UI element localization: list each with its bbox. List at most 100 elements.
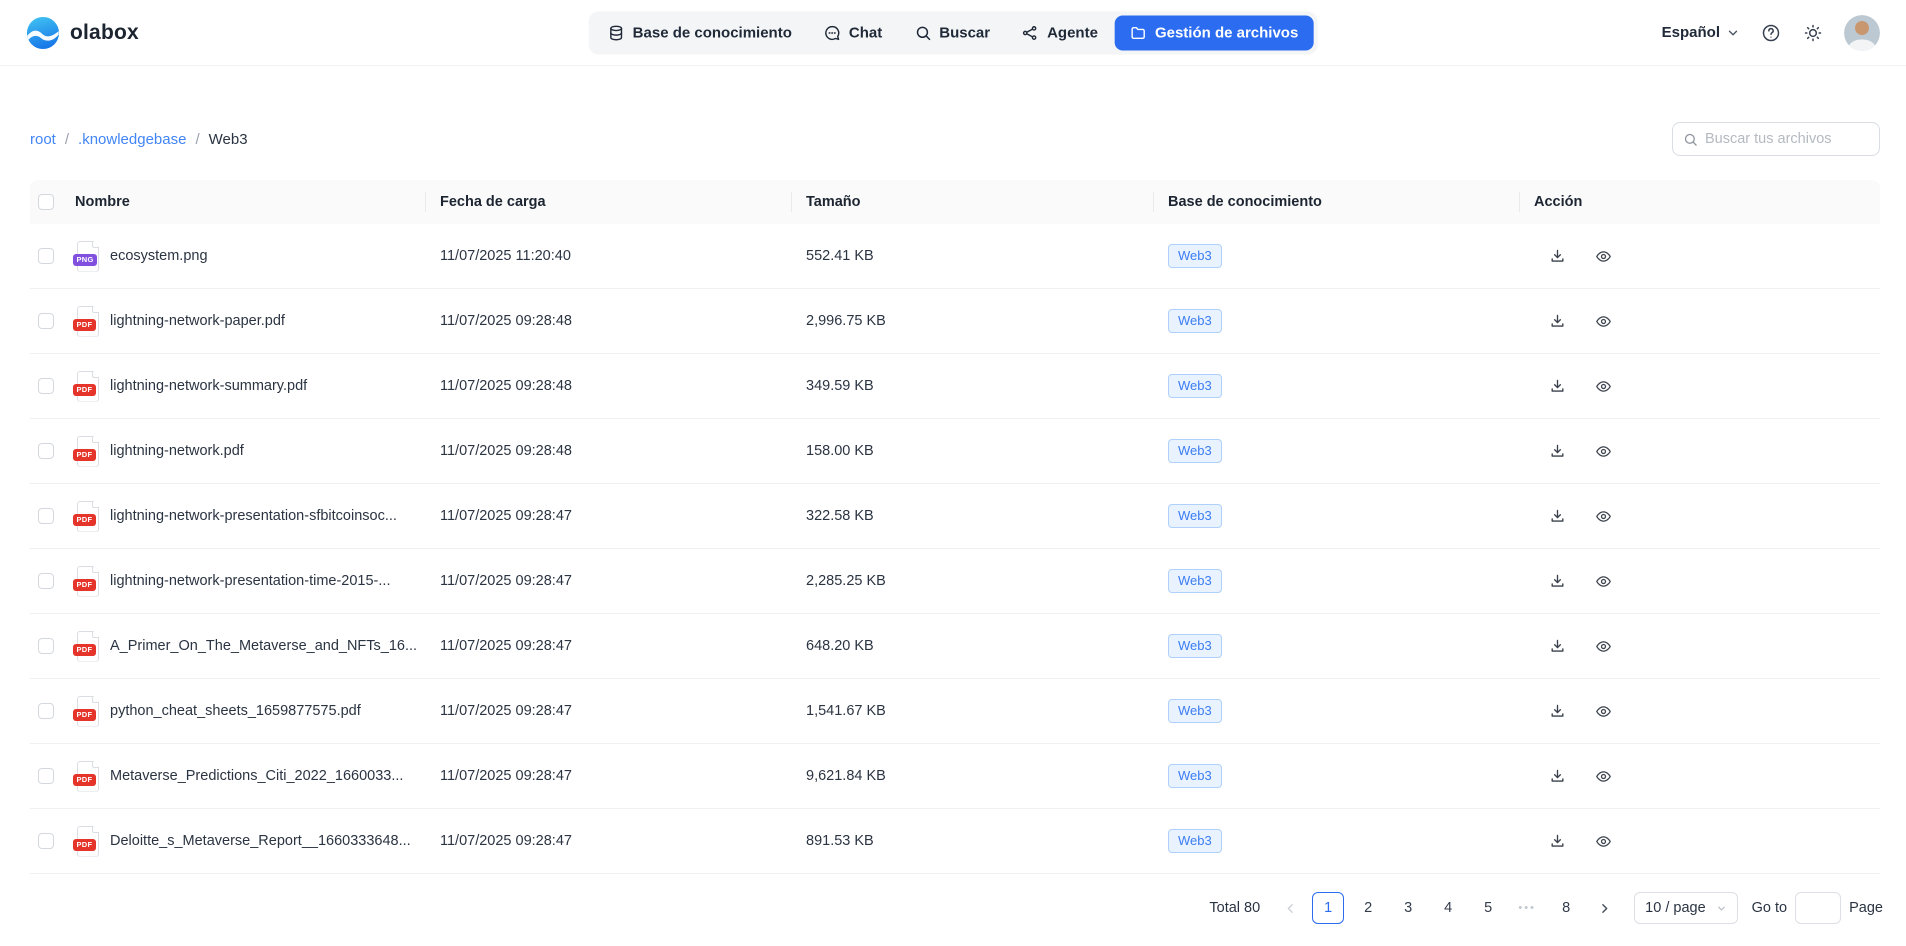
user-avatar[interactable] <box>1844 15 1880 51</box>
table-row: PDF A_Primer_On_The_Metaverse_and_NFTs_1… <box>30 614 1880 679</box>
file-name[interactable]: Deloitte_s_Metaverse_Report__1660333648.… <box>110 833 411 849</box>
pagination-ellipsis[interactable]: ••• <box>1512 902 1542 914</box>
download-icon <box>1549 248 1566 265</box>
help-circle-icon <box>1761 23 1781 43</box>
nav-item-label: Chat <box>849 24 882 41</box>
page-button-4[interactable]: 4 <box>1432 892 1464 924</box>
row-checkbox[interactable] <box>38 378 54 394</box>
file-table: Nombre Fecha de carga Tamaño Base de con… <box>30 180 1880 874</box>
preview-button[interactable] <box>1594 312 1612 330</box>
download-button[interactable] <box>1548 702 1566 720</box>
upload-date: 11/07/2025 11:20:40 <box>440 248 806 264</box>
knowledgebase-badge: Web3 <box>1168 699 1222 723</box>
file-size: 158.00 KB <box>806 443 1168 459</box>
page-label: Page <box>1849 900 1883 916</box>
select-all-checkbox[interactable] <box>38 194 54 210</box>
row-checkbox[interactable] <box>38 703 54 719</box>
download-button[interactable] <box>1548 507 1566 525</box>
total-count: Total 80 <box>1209 900 1260 916</box>
breadcrumb: root/.knowledgebase/Web3 <box>30 131 248 148</box>
column-header-fecha: Fecha de carga <box>440 180 806 224</box>
file-name[interactable]: ecosystem.png <box>110 248 208 264</box>
previous-page-button[interactable] <box>1276 892 1304 924</box>
preview-button[interactable] <box>1594 507 1612 525</box>
file-name[interactable]: lightning-network-presentation-sfbitcoin… <box>110 508 397 524</box>
knowledgebase-badge: Web3 <box>1168 504 1222 528</box>
row-checkbox[interactable] <box>38 443 54 459</box>
file-name[interactable]: Metaverse_Predictions_Citi_2022_1660033.… <box>110 768 403 784</box>
breadcrumb-item[interactable]: .knowledgebase <box>78 131 186 148</box>
row-checkbox[interactable] <box>38 768 54 784</box>
preview-button[interactable] <box>1594 442 1612 460</box>
row-checkbox[interactable] <box>38 638 54 654</box>
file-size: 2,285.25 KB <box>806 573 1168 589</box>
nav-item-knowledge-base[interactable]: Base de conocimiento <box>593 15 807 50</box>
file-size: 9,621.84 KB <box>806 768 1168 784</box>
row-checkbox[interactable] <box>38 508 54 524</box>
download-button[interactable] <box>1548 572 1566 590</box>
nav-item-chat[interactable]: Chat <box>809 15 897 50</box>
download-button[interactable] <box>1548 377 1566 395</box>
row-checkbox[interactable] <box>38 313 54 329</box>
download-icon <box>1549 313 1566 330</box>
file-name[interactable]: lightning-network-summary.pdf <box>110 378 307 394</box>
preview-button[interactable] <box>1594 702 1612 720</box>
pagination-pages: 12345 ••• 8 <box>1312 892 1582 924</box>
page-button-1[interactable]: 1 <box>1312 892 1344 924</box>
nav-item-search[interactable]: Buscar <box>899 15 1005 50</box>
search-input[interactable] <box>1705 131 1869 147</box>
file-name[interactable]: A_Primer_On_The_Metaverse_and_NFTs_16... <box>110 638 417 654</box>
download-button[interactable] <box>1548 312 1566 330</box>
goto-page-input[interactable] <box>1795 892 1841 924</box>
file-type-icon: PDF <box>75 826 101 857</box>
preview-button[interactable] <box>1594 377 1612 395</box>
row-checkbox[interactable] <box>38 573 54 589</box>
download-button[interactable] <box>1548 247 1566 265</box>
page-button-3[interactable]: 3 <box>1392 892 1424 924</box>
file-type-icon: PDF <box>75 566 101 597</box>
page-button-8[interactable]: 8 <box>1550 892 1582 924</box>
help-button[interactable] <box>1760 22 1782 44</box>
preview-button[interactable] <box>1594 247 1612 265</box>
upload-date: 11/07/2025 09:28:47 <box>440 508 806 524</box>
preview-button[interactable] <box>1594 572 1612 590</box>
file-name[interactable]: lightning-network.pdf <box>110 443 244 459</box>
download-icon <box>1549 703 1566 720</box>
file-type-icon: PDF <box>75 761 101 792</box>
download-button[interactable] <box>1548 637 1566 655</box>
file-size: 891.53 KB <box>806 833 1168 849</box>
language-selector[interactable]: Español <box>1662 24 1740 41</box>
upload-date: 11/07/2025 09:28:47 <box>440 703 806 719</box>
brand-logo[interactable]: olabox <box>26 16 139 50</box>
knowledgebase-badge: Web3 <box>1168 569 1222 593</box>
file-type-badge: PDF <box>73 644 96 656</box>
nav-item-agent[interactable]: Agente <box>1007 15 1113 50</box>
next-page-button[interactable] <box>1590 892 1618 924</box>
download-button[interactable] <box>1548 767 1566 785</box>
file-name[interactable]: lightning-network-paper.pdf <box>110 313 285 329</box>
breadcrumb-item[interactable]: root <box>30 131 56 148</box>
row-checkbox[interactable] <box>38 248 54 264</box>
file-size: 2,996.75 KB <box>806 313 1168 329</box>
eye-icon <box>1595 508 1612 525</box>
download-icon <box>1549 833 1566 850</box>
chevron-down-icon <box>1716 903 1727 914</box>
sun-icon <box>1803 23 1823 43</box>
download-button[interactable] <box>1548 832 1566 850</box>
download-icon <box>1549 508 1566 525</box>
download-button[interactable] <box>1548 442 1566 460</box>
nav-item-file-management[interactable]: Gestión de archivos <box>1115 15 1313 50</box>
preview-button[interactable] <box>1594 832 1612 850</box>
file-name[interactable]: python_cheat_sheets_1659877575.pdf <box>110 703 361 719</box>
page-button-2[interactable]: 2 <box>1352 892 1384 924</box>
page-size-select[interactable]: 10 / page <box>1634 892 1737 924</box>
file-type-badge: PDF <box>73 514 96 526</box>
preview-button[interactable] <box>1594 637 1612 655</box>
page-button-5[interactable]: 5 <box>1472 892 1504 924</box>
table-row: PDF lightning-network-presentation-time-… <box>30 549 1880 614</box>
preview-button[interactable] <box>1594 767 1612 785</box>
file-name[interactable]: lightning-network-presentation-time-2015… <box>110 573 390 589</box>
row-checkbox[interactable] <box>38 833 54 849</box>
knowledgebase-badge: Web3 <box>1168 634 1222 658</box>
theme-toggle-button[interactable] <box>1802 22 1824 44</box>
